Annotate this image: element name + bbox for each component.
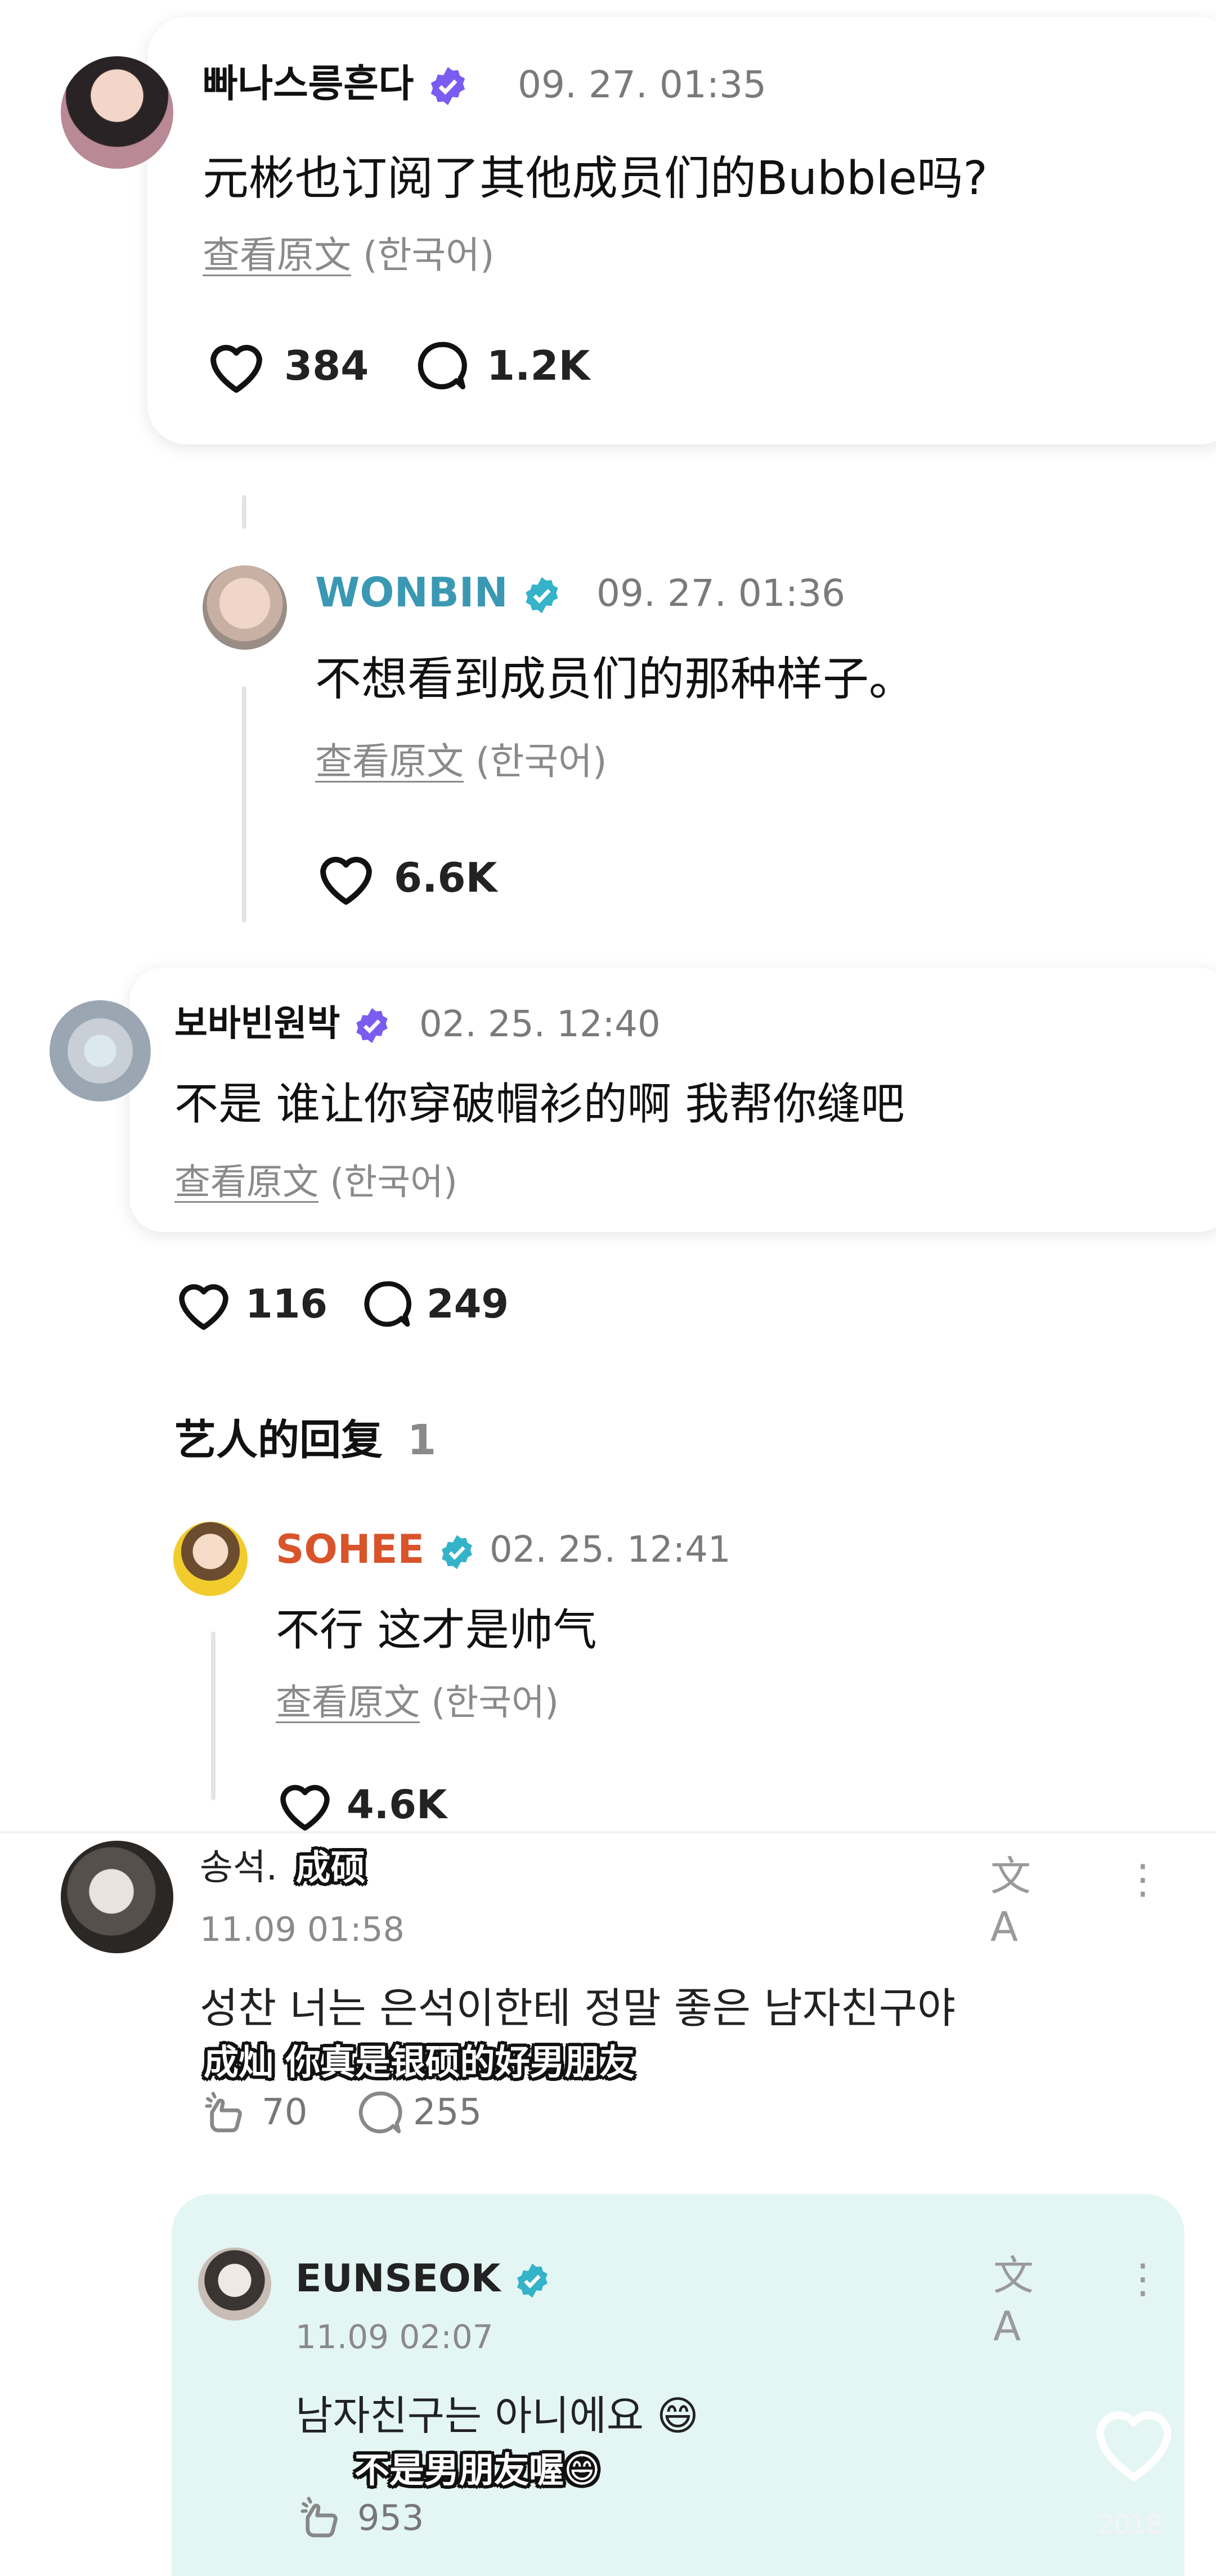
view-original-link[interactable]: 查看原文 (한국어) — [315, 731, 607, 785]
avatar[interactable] — [61, 1841, 173, 1953]
comment-count: 255 — [413, 2092, 482, 2133]
comment-bubble-icon — [358, 2091, 402, 2134]
comment-count: 249 — [427, 1281, 509, 1327]
reaction-button[interactable]: 953 — [295, 2492, 424, 2543]
verified-badge-icon — [517, 2264, 548, 2298]
comment-button[interactable]: 255 — [355, 2087, 482, 2138]
reply-text: 不行 这才是帅气 — [276, 1605, 597, 1656]
post-author[interactable]: 송석. 成硕 — [200, 1845, 365, 1890]
heart-icon — [210, 345, 262, 393]
section-divider — [0, 1831, 1216, 1833]
post-text: 元彬也订阅了其他成员们的Bubble吗? — [203, 152, 988, 205]
thread-line — [242, 686, 246, 923]
thread-line — [242, 495, 246, 529]
original-language: (한국어) — [362, 233, 495, 277]
watermark-text: 2018 — [1097, 2509, 1164, 2539]
hand-reaction-icon — [300, 2497, 338, 2538]
view-original-label[interactable]: 查看原文 — [174, 1162, 318, 1203]
heart-icon — [320, 857, 372, 905]
like-button[interactable]: 4.6K — [276, 1778, 447, 1832]
translate-icon[interactable]: 文A — [990, 1851, 1052, 1950]
verified-badge-icon — [430, 67, 465, 106]
artist-replies-count: 1 — [407, 1416, 437, 1464]
heart-icon — [179, 1284, 228, 1330]
avatar[interactable] — [203, 565, 287, 650]
reply-time: 02. 25. 12:41 — [490, 1529, 731, 1571]
view-original-link[interactable]: 查看原文 (한국어) — [203, 225, 495, 279]
verified-badge-icon — [441, 1535, 472, 1570]
view-original-label[interactable]: 查看原文 — [276, 1682, 420, 1724]
post-author[interactable]: 빠나스릉흔다 — [203, 61, 469, 108]
post-time: 02. 25. 12:40 — [419, 1004, 661, 1045]
post-time: 11.09 01:58 — [200, 1910, 405, 1949]
original-language: (한국어) — [475, 740, 607, 783]
reply-time: 09. 27. 01:36 — [596, 572, 846, 615]
like-count: 116 — [245, 1281, 328, 1327]
like-count: 4.6K — [347, 1782, 447, 1828]
reply-author[interactable]: WONBIN — [315, 568, 562, 617]
comment-count: 1.2K — [487, 342, 590, 389]
post-time: 09. 27. 01:35 — [518, 63, 767, 106]
like-button[interactable]: 384 — [205, 338, 369, 394]
post-author[interactable]: 보바빈원박 — [174, 1001, 391, 1046]
thread-line — [211, 1631, 216, 1800]
view-original-label[interactable]: 查看原文 — [203, 233, 351, 277]
reaction-count: 70 — [262, 2092, 308, 2133]
post-text: 성찬 너는 은석이한테 정말 좋은 남자친구야 — [200, 1984, 956, 2033]
comment-button[interactable]: 1.2K — [414, 338, 590, 394]
comment-bubble-icon — [418, 341, 467, 390]
more-options-icon[interactable]: ⋮ — [1123, 2250, 1163, 2307]
reply-text: 남자친구는 아니에요 😄 — [295, 2392, 699, 2439]
like-button[interactable]: 116 — [174, 1277, 327, 1331]
avatar[interactable] — [50, 1000, 151, 1102]
reply-author[interactable]: SOHEE — [276, 1526, 475, 1573]
reply-text: 不想看到成员们的那种样子。 — [315, 653, 916, 706]
avatar[interactable] — [173, 1522, 248, 1596]
original-language: (한국어) — [431, 1682, 559, 1724]
more-options-icon[interactable]: ⋮ — [1204, 997, 1216, 1052]
avatar[interactable] — [198, 2247, 271, 2321]
avatar[interactable] — [61, 56, 173, 169]
verified-badge-icon — [356, 1008, 388, 1044]
reaction-count: 953 — [357, 2497, 424, 2538]
comment-button[interactable]: 249 — [360, 1277, 509, 1331]
view-original-link[interactable]: 查看原文 (한국어) — [276, 1674, 559, 1725]
hand-reaction-icon — [205, 2092, 242, 2133]
verified-badge-icon — [526, 577, 558, 614]
post-text: 不是 谁让你穿破帽衫的啊 我帮你缝吧 — [174, 1079, 905, 1130]
like-count: 384 — [284, 342, 369, 389]
translate-icon[interactable]: 文A — [993, 2250, 1055, 2350]
view-original-label[interactable]: 查看原文 — [315, 740, 464, 783]
reply-time: 11.09 02:07 — [295, 2318, 493, 2356]
translation-caption: 成灿 你真是银硕的好男朋友 — [204, 2042, 635, 2083]
view-original-link[interactable]: 查看原文 (한국어) — [174, 1153, 457, 1205]
like-button[interactable]: 6.6K — [315, 849, 497, 906]
reaction-button[interactable]: 70 — [200, 2087, 307, 2138]
author-caption: 成硕 — [295, 1847, 366, 1888]
heart-icon — [280, 1784, 330, 1831]
watermark-heart-icon — [1096, 2411, 1172, 2481]
like-count: 6.6K — [394, 854, 497, 901]
translation-caption: 不是男朋友喔😄 — [355, 2449, 600, 2490]
artist-replies-header[interactable]: 艺人的回复 1 — [174, 1406, 436, 1467]
more-options-icon[interactable]: ⋮ — [1123, 1851, 1163, 1907]
comment-bubble-icon — [364, 1281, 412, 1327]
original-language: (한국어) — [330, 1162, 457, 1203]
reply-author[interactable]: EUNSEOK — [295, 2256, 551, 2302]
